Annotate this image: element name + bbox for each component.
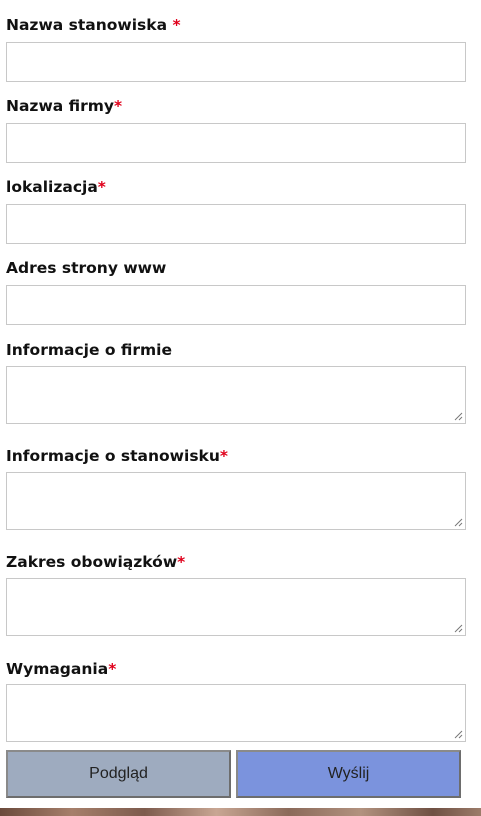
location-label: lokalizacja* [6,178,106,196]
company-info-textarea[interactable] [6,366,466,424]
resize-handle-icon[interactable] [454,518,463,527]
job-title-label: Nazwa stanowiska * [6,16,181,34]
resize-handle-icon[interactable] [454,730,463,739]
company-info-label: Informacje o firmie [6,341,173,359]
field-location: lokalizacja* [6,177,466,244]
requirements-textarea[interactable] [6,684,466,742]
requirements-label: Wymagania* [6,660,117,678]
required-marker: * [114,97,123,115]
job-title-input[interactable] [6,42,466,82]
website-input[interactable] [6,285,466,325]
company-name-input[interactable] [6,123,466,163]
field-requirements: Wymagania* [6,659,466,742]
resize-handle-icon[interactable] [454,412,463,421]
company-name-label: Nazwa firmy* [6,97,123,115]
required-marker: * [167,16,181,34]
responsibilities-label: Zakres obowiązków* [6,553,186,571]
required-marker: * [97,178,106,196]
required-marker: * [177,553,186,571]
preview-button[interactable]: Podgląd [6,750,231,798]
field-responsibilities: Zakres obowiązków* [6,552,466,636]
website-label: Adres strony www [6,259,167,277]
job-offer-form: Nazwa stanowiska * Nazwa firmy* lokaliza… [0,0,481,816]
location-input[interactable] [6,204,466,244]
responsibilities-textarea[interactable] [6,578,466,636]
background-image-strip [0,808,481,816]
field-position-info: Informacje o stanowisku* [6,446,466,530]
field-job-title: Nazwa stanowiska * [6,15,466,82]
field-website: Adres strony www [6,258,466,325]
required-marker: * [219,447,228,465]
field-company-name: Nazwa firmy* [6,96,466,163]
field-company-info: Informacje o firmie [6,340,466,424]
required-marker: * [108,660,117,678]
submit-button[interactable]: Wyślij [236,750,461,798]
position-info-textarea[interactable] [6,472,466,530]
resize-handle-icon[interactable] [454,624,463,633]
position-info-label: Informacje o stanowisku* [6,447,228,465]
